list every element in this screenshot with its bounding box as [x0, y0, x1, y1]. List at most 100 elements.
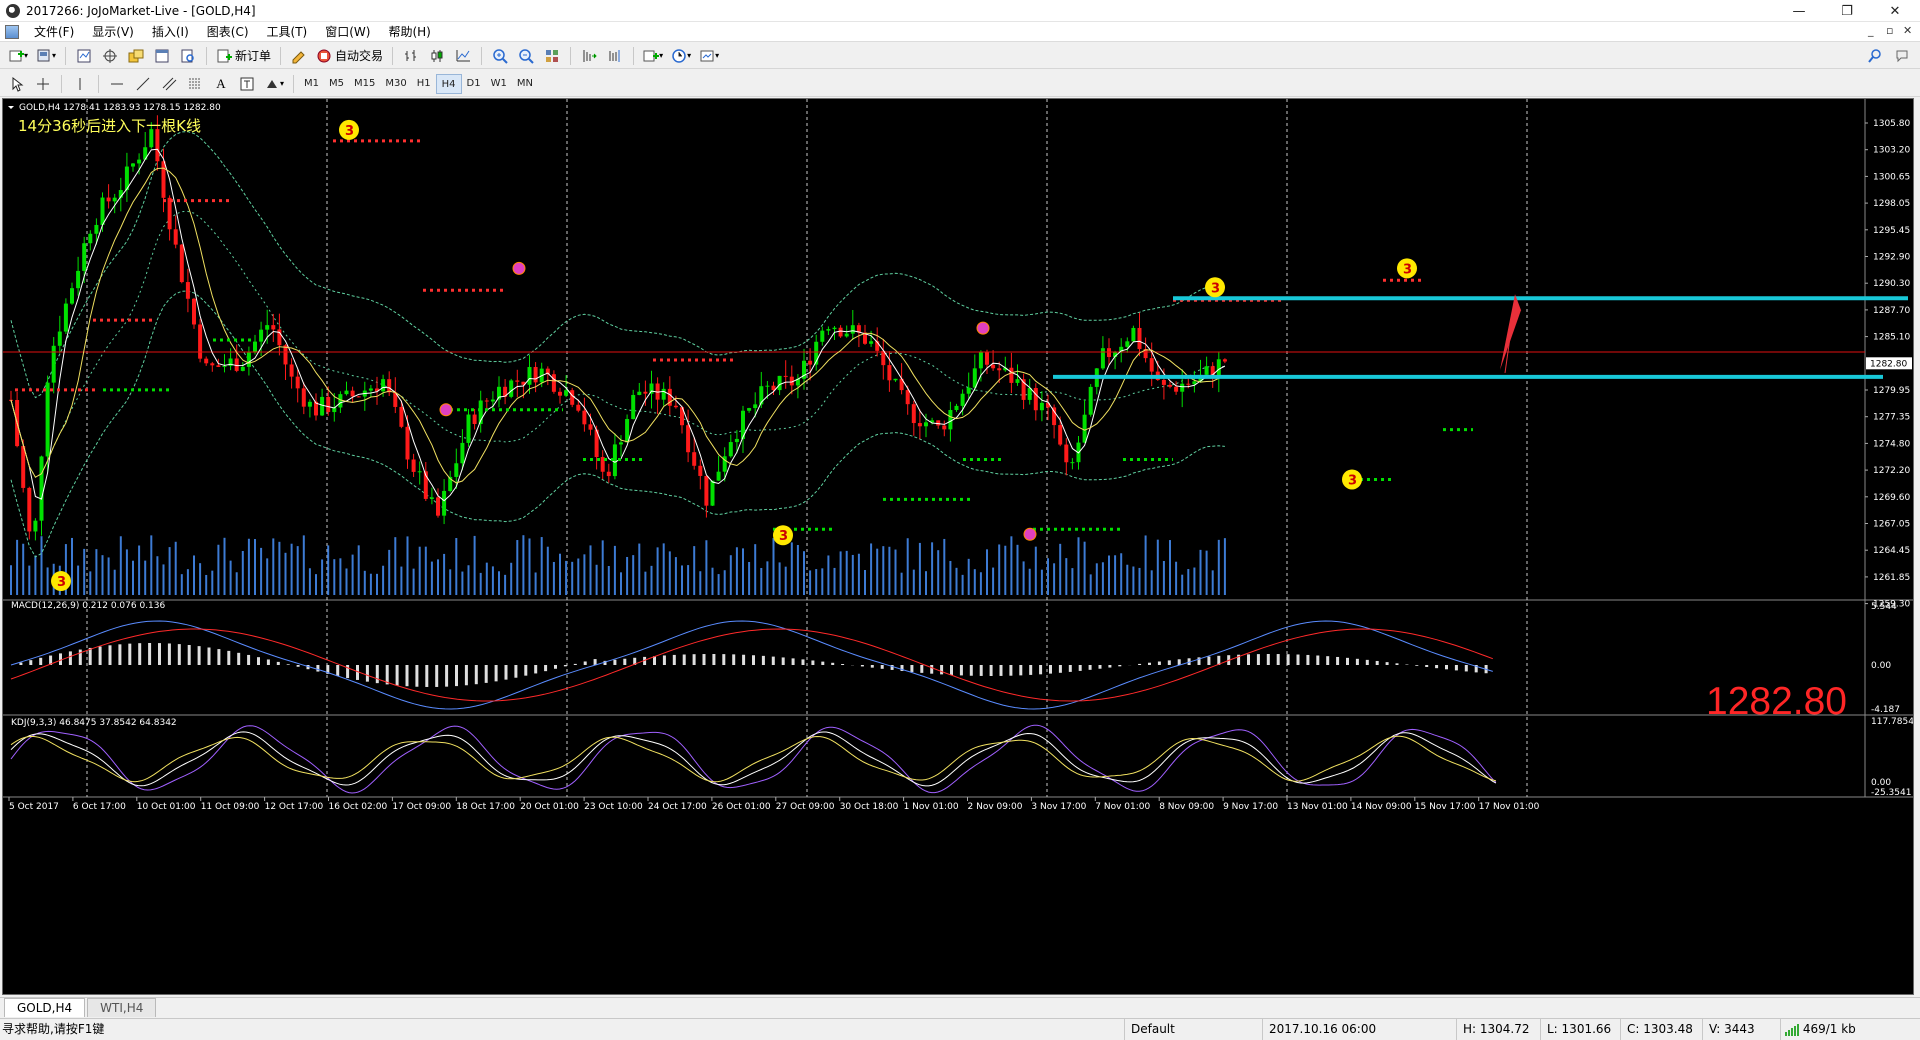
zoom-in-button[interactable] — [488, 45, 512, 67]
market-watch-icon — [77, 49, 91, 62]
toolbar-separator — [392, 46, 394, 65]
new-chart-button[interactable]: ▾ — [5, 45, 31, 67]
timeframe-m5[interactable]: M5 — [324, 74, 349, 94]
candle-body — [222, 365, 227, 367]
menu-file[interactable]: 文件(F) — [25, 22, 83, 42]
data-window-button[interactable] — [98, 45, 122, 67]
auto-scroll-button[interactable] — [577, 45, 601, 67]
crosshair-icon — [37, 77, 49, 90]
menu-charts[interactable]: 图表(C) — [198, 22, 258, 42]
indicators-button[interactable]: ▾ — [640, 45, 666, 67]
price-chart[interactable]: 3 3 3 3 3 3 1305.80 1303.20 1300.65 1298.05 1295.… — [3, 99, 1914, 995]
market-watch-button[interactable] — [72, 45, 96, 67]
candle-body — [265, 325, 270, 330]
timeframe-w1[interactable]: W1 — [486, 74, 512, 94]
candle-body — [1100, 348, 1105, 369]
mdi-close-button[interactable]: ✕ — [1903, 24, 1912, 37]
fibonacci-button[interactable] — [183, 73, 207, 95]
candle-body — [51, 345, 56, 383]
time-tick-label: 13 Nov 01:00 — [1287, 802, 1348, 812]
toolbar-separator — [293, 74, 295, 93]
close-button[interactable]: ✕ — [1872, 0, 1918, 22]
candle-body — [106, 197, 111, 202]
candle-body — [381, 379, 386, 392]
candle-body — [326, 396, 331, 413]
candle-body — [564, 390, 569, 396]
timeframe-h1[interactable]: H1 — [412, 74, 436, 94]
candle-body — [417, 471, 422, 473]
periods-button[interactable]: ▾ — [668, 45, 694, 67]
templates-button[interactable]: ▾ — [696, 45, 722, 67]
arrows-button[interactable]: ▾ — [261, 73, 287, 95]
candle-body — [686, 425, 691, 453]
channel-button[interactable] — [157, 73, 181, 95]
menu-view[interactable]: 显示(V) — [83, 22, 143, 42]
price-tick-label: 1298.05 — [1873, 199, 1910, 209]
timeframe-h4[interactable]: H4 — [435, 73, 462, 94]
search-button[interactable] — [1863, 45, 1887, 67]
minimize-button[interactable]: — — [1776, 0, 1822, 22]
candle-body — [710, 480, 715, 506]
time-tick-label: 18 Oct 17:00 — [456, 802, 515, 812]
mdi-restore-button[interactable]: ▫ — [1886, 24, 1893, 37]
signal-marker-label: 3 — [345, 124, 354, 139]
candle-body — [137, 159, 142, 164]
ma-slow-line — [10, 167, 1226, 484]
bar-chart-button[interactable] — [399, 45, 423, 67]
text-label-button[interactable] — [235, 73, 259, 95]
chart-window[interactable]: 3 3 3 3 3 3 1305.80 1303.20 1300.65 1298.05 1295.… — [2, 98, 1914, 995]
horizontal-line-icon — [111, 83, 123, 84]
chat-button[interactable] — [1891, 45, 1915, 67]
strategy-tester-button[interactable] — [176, 45, 200, 67]
tab-gold-h4[interactable]: GOLD,H4 — [4, 998, 86, 1017]
side-scroll[interactable] — [1914, 98, 1920, 995]
terminal-button[interactable] — [150, 45, 174, 67]
cursor-arrow-icon — [12, 76, 24, 92]
text-button[interactable]: A — [209, 73, 233, 95]
chart-shift-button[interactable] — [603, 45, 627, 67]
candle-body — [551, 374, 556, 392]
horizontal-line-button[interactable] — [105, 73, 129, 95]
menu-insert[interactable]: 插入(I) — [143, 22, 198, 42]
vertical-line-button[interactable] — [68, 73, 92, 95]
toolbar-separator — [570, 46, 572, 65]
editor-icon — [292, 50, 305, 63]
line-chart-button[interactable] — [451, 45, 475, 67]
chart-shift-icon — [609, 49, 620, 62]
menu-tools[interactable]: 工具(T) — [258, 22, 317, 42]
timeframe-m30[interactable]: M30 — [380, 74, 411, 94]
metaeditor-button[interactable] — [287, 45, 311, 67]
pivot-marker — [439, 403, 453, 417]
timeframe-m1[interactable]: M1 — [299, 74, 324, 94]
candle-body — [728, 442, 733, 457]
candle-body — [631, 394, 636, 420]
candle-body — [509, 380, 514, 397]
bar-countdown-text: 14分36秒后进入下一根K线 — [18, 117, 202, 135]
candle-body — [344, 390, 349, 395]
candlestick-icon — [431, 49, 443, 62]
candle-body — [1107, 348, 1111, 358]
timeframe-d1[interactable]: D1 — [462, 74, 486, 94]
candlestick-button[interactable] — [425, 45, 449, 67]
crosshair-button[interactable] — [31, 73, 55, 95]
profiles-button[interactable]: ▾ — [33, 45, 59, 67]
new-order-button[interactable]: 新订单 — [213, 45, 274, 67]
candle-body — [698, 465, 703, 476]
cursor-button[interactable] — [5, 73, 29, 95]
candle-body — [131, 163, 135, 167]
current-price-label: 1282.80 — [1870, 359, 1907, 369]
timeframe-m15[interactable]: M15 — [349, 74, 380, 94]
auto-trading-button[interactable]: 自动交易 — [313, 45, 386, 67]
tab-wti-h4[interactable]: WTI,H4 — [87, 998, 157, 1017]
zoom-out-button[interactable] — [514, 45, 538, 67]
restore-button[interactable]: ❐ — [1824, 0, 1870, 22]
menu-window[interactable]: 窗口(W) — [316, 22, 379, 42]
timeframe-mn[interactable]: MN — [512, 74, 538, 94]
tile-windows-button[interactable] — [540, 45, 564, 67]
candle-body — [850, 325, 855, 334]
candle-body — [100, 197, 105, 225]
trendline-button[interactable] — [131, 73, 155, 95]
menu-help[interactable]: 帮助(H) — [379, 22, 439, 42]
navigator-button[interactable] — [124, 45, 148, 67]
mdi-minimize-button[interactable]: _ — [1868, 24, 1874, 37]
